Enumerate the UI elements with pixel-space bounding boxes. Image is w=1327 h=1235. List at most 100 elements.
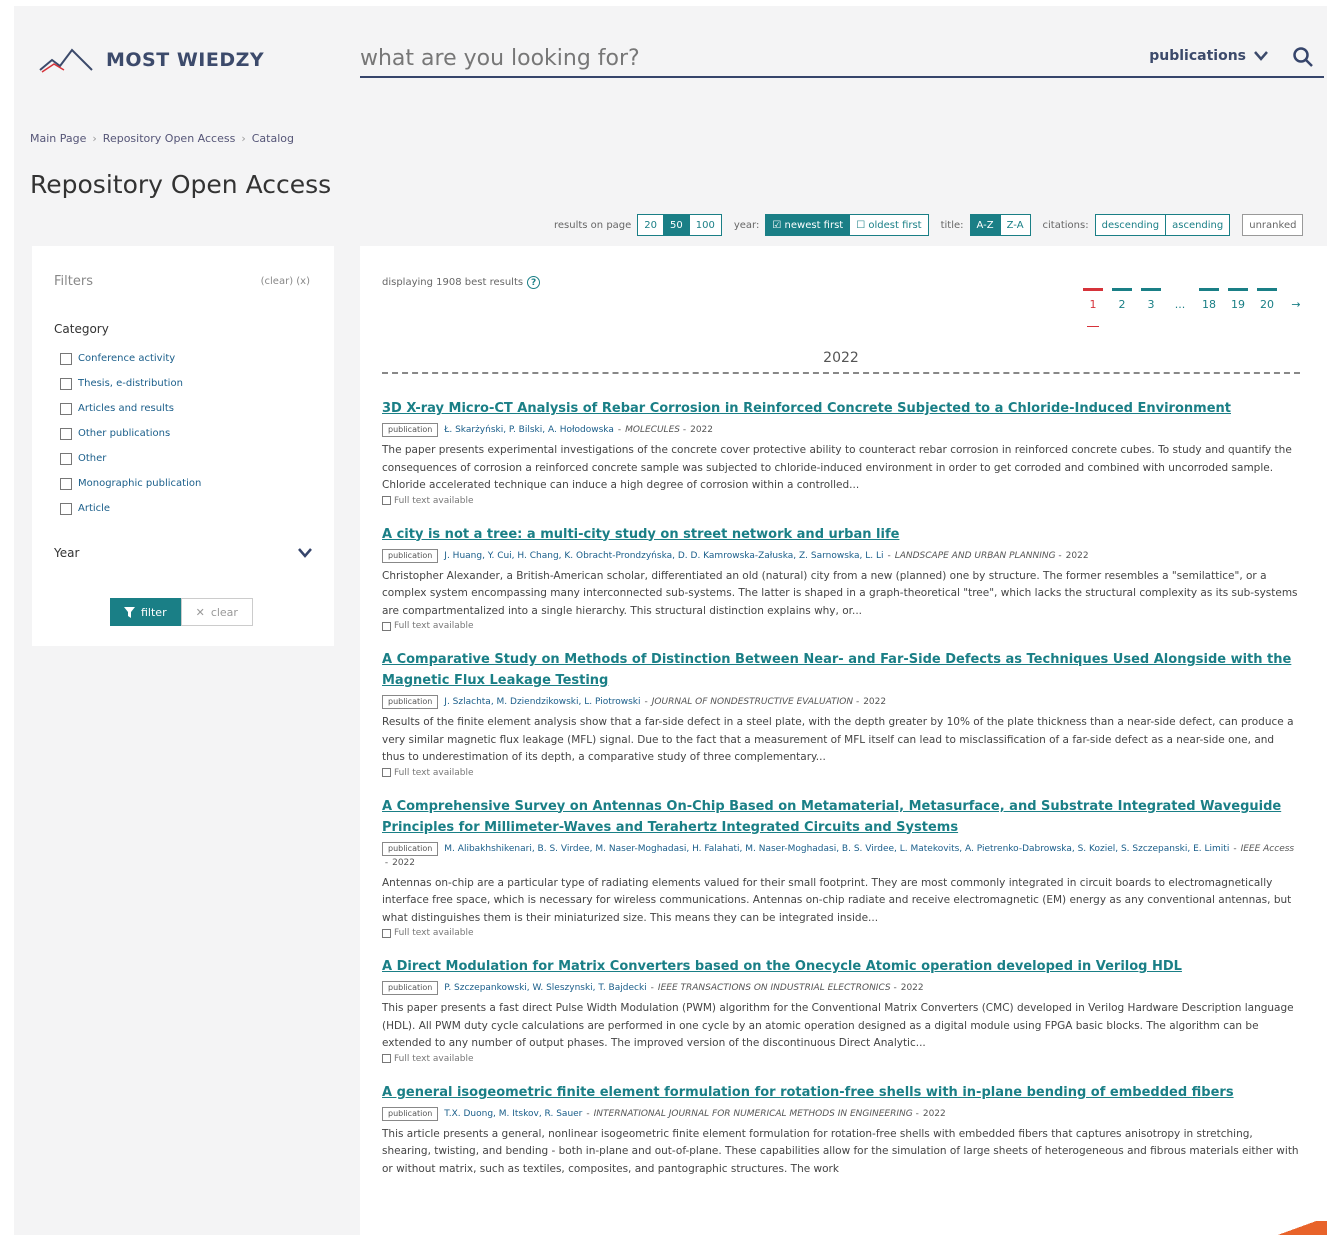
citations-asc-button[interactable]: ascending [1166, 214, 1231, 236]
sort-toolbar: results on page 20 50 100 year: ☑ newest… [554, 213, 1304, 237]
type-badge: publication [382, 981, 439, 995]
result-authors[interactable]: J. Szlachta, M. Dziendzikowski, L. Piotr… [444, 695, 640, 709]
type-badge: publication [382, 548, 439, 563]
category-item[interactable]: Other publications [60, 421, 201, 446]
title-za-button[interactable]: Z-A [1000, 214, 1031, 236]
year-newest-button[interactable]: ☑ newest first [765, 214, 851, 236]
result-journal[interactable]: JOURNAL OF NONDESTRUCTIVE EVALUATION [652, 695, 853, 709]
result-meta: publication P. Szczepankowski, W. Sleszy… [382, 981, 1300, 995]
results-100-button[interactable]: 100 [689, 214, 722, 236]
checkbox[interactable] [60, 402, 72, 415]
search-input[interactable] [360, 42, 1120, 74]
checkbox-icon: ☐ [856, 219, 869, 231]
result-authors[interactable]: Ł. Skarżyński, P. Bilski, A. Hołodowska [444, 423, 614, 437]
results-per-page-label: results on page [554, 219, 632, 231]
category-item[interactable]: Monographic publication [60, 471, 201, 496]
title-sort-label: title: [940, 219, 964, 231]
result-abstract: The paper presents experimental investig… [382, 444, 1292, 491]
result-title-link[interactable]: 3D X-ray Micro-CT Analysis of Rebar Corr… [382, 398, 1300, 419]
title-az-button[interactable]: A-Z [969, 214, 1001, 236]
result-journal[interactable]: IEEE TRANSACTIONS ON INDUSTRIAL ELECTRON… [658, 981, 891, 995]
citations-sort-label: citations: [1042, 219, 1089, 231]
clear-button[interactable]: ✕ clear [180, 598, 253, 626]
result-journal[interactable]: IEEE Access [1241, 842, 1295, 856]
next-page-arrow-icon[interactable]: → [1285, 288, 1307, 311]
page-link[interactable]: 18 [1198, 288, 1220, 311]
category-label: Monographic publication [78, 478, 202, 489]
year-sort-group: ☑ newest first ☐ oldest first [765, 214, 929, 236]
result-journal[interactable]: INTERNATIONAL JOURNAL FOR NUMERICAL METH… [594, 1107, 913, 1121]
result-authors[interactable]: T.X. Duong, M. Itskov, R. Sauer [444, 1107, 582, 1121]
type-badge: publication [382, 423, 439, 437]
result-title-link[interactable]: A Comparative Study on Methods of Distin… [382, 649, 1300, 691]
search-type-dropdown[interactable]: publications [1149, 48, 1268, 64]
breadcrumb-catalog[interactable]: Catalog [252, 132, 294, 145]
logo-mountain-icon [39, 48, 93, 73]
checkbox[interactable] [60, 502, 72, 515]
citations-sort-group: descending ascending [1094, 214, 1231, 236]
breadcrumb-main-page[interactable]: Main Page [30, 132, 86, 145]
results-20-button[interactable]: 20 [637, 214, 665, 236]
page-link[interactable]: 1 [1082, 288, 1104, 327]
info-icon[interactable]: ? [527, 276, 541, 289]
result-journal[interactable]: LANDSCAPE AND URBAN PLANNING [895, 549, 1056, 563]
fulltext-indicator: Full text available [382, 928, 1300, 938]
category-label: Conference activity [78, 353, 176, 364]
result-year: 2022 [690, 425, 713, 435]
filter-button-label: filter [141, 605, 167, 619]
result-title-link[interactable]: A city is not a tree: a multi-city study… [382, 524, 1300, 545]
year-sort-label: year: [733, 219, 760, 231]
result-authors[interactable]: P. Szczepankowski, W. Sleszynski, T. Baj… [444, 981, 646, 995]
page-link[interactable]: 2 [1111, 288, 1133, 311]
type-badge: publication [382, 841, 439, 856]
result-authors[interactable]: M. Alibakhshikenari, B. S. Virdee, M. Na… [444, 842, 1229, 856]
unranked-button[interactable]: unranked [1242, 214, 1304, 236]
year-oldest-button[interactable]: ☐ oldest first [850, 214, 929, 236]
result-meta: publication J. Huang, Y. Cui, H. Chang, … [382, 548, 1300, 563]
category-item[interactable]: Articles and results [60, 396, 201, 421]
fulltext-label: Full text available [394, 767, 474, 778]
search-type-label: publications [1149, 48, 1246, 64]
search-bar: publications [360, 40, 1324, 78]
category-item[interactable]: Thesis, e-distribution [60, 371, 201, 396]
document-icon [382, 928, 391, 938]
category-item[interactable]: Article [60, 496, 201, 521]
filters-clear-all[interactable]: (clear) (x) [261, 276, 310, 287]
result-year: 2022 [922, 1108, 946, 1119]
checkbox[interactable] [60, 452, 72, 465]
checkbox[interactable] [60, 427, 72, 440]
filters-title: Filters [54, 274, 93, 289]
category-label: Article [78, 503, 111, 514]
year-filter-toggle[interactable]: Year [54, 546, 312, 560]
result-title-link[interactable]: A Comprehensive Survey on Antennas On-Ch… [382, 796, 1300, 838]
result-meta: publication Ł. Skarżyński, P. Bilski, A.… [382, 423, 1300, 437]
meta-separator: - [644, 697, 648, 707]
search-icon[interactable] [1292, 46, 1314, 68]
checkbox[interactable] [60, 477, 72, 490]
results-per-page-group: 20 50 100 [637, 214, 722, 236]
result-abstract: This article presents a general, nonline… [382, 1127, 1299, 1175]
category-item[interactable]: Other [60, 446, 201, 471]
result-title-link[interactable]: A general isogeometric finite element fo… [382, 1082, 1300, 1103]
result-journal[interactable]: MOLECULES [625, 423, 680, 437]
result-authors[interactable]: J. Huang, Y. Cui, H. Chang, K. Obracht-P… [444, 549, 883, 563]
citations-desc-button[interactable]: descending [1094, 214, 1167, 236]
results-count-text: displaying 1908 best results [382, 277, 524, 288]
page: MOST WIEDZY publications Main Page › Rep… [14, 6, 1327, 1235]
filter-button[interactable]: filter [110, 598, 181, 626]
page-link[interactable]: 3 [1140, 288, 1162, 311]
result-year: 2022 [1065, 550, 1089, 561]
fulltext-label: Full text available [394, 621, 474, 631]
results-50-button[interactable]: 50 [664, 214, 690, 236]
page-link[interactable]: 20 [1256, 288, 1278, 311]
fulltext-indicator: Full text available [382, 1054, 1300, 1064]
checkbox[interactable] [60, 377, 72, 390]
result-title-link[interactable]: A Direct Modulation for Matrix Converter… [382, 956, 1300, 977]
checkbox[interactable] [60, 352, 72, 365]
logo[interactable]: MOST WIEDZY [38, 46, 264, 74]
fulltext-indicator: Full text available [382, 621, 1300, 631]
breadcrumb-repository[interactable]: Repository Open Access [103, 132, 236, 145]
category-item[interactable]: Conference activity [60, 346, 201, 371]
meta-separator: - [617, 425, 622, 435]
page-link[interactable]: 19 [1227, 288, 1249, 311]
